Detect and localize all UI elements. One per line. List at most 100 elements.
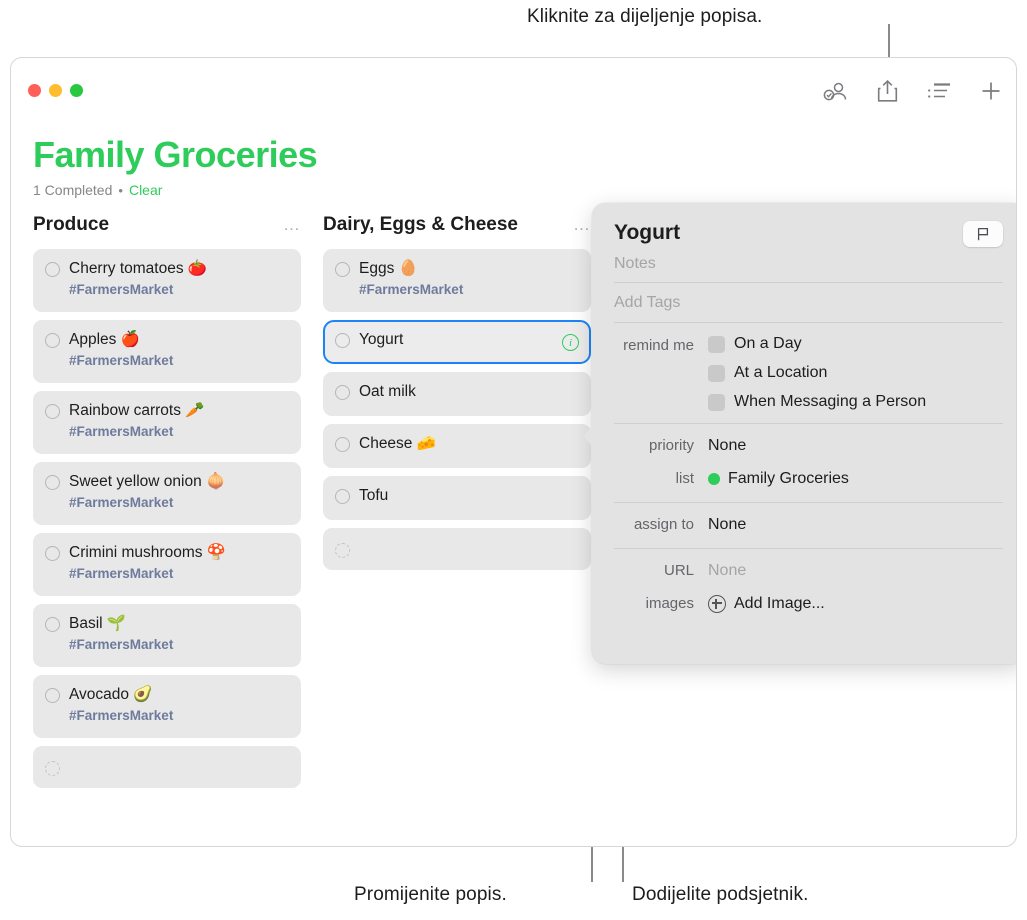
item-tag[interactable]: #FarmersMarket (69, 353, 289, 369)
column-header-dairy: Dairy, Eggs & Cheese … (323, 214, 591, 240)
item-body: Apples 🍎 #FarmersMarket (69, 331, 289, 369)
checkbox-icon[interactable] (708, 393, 725, 411)
complete-circle[interactable] (45, 262, 60, 277)
item-tag[interactable]: #FarmersMarket (69, 282, 289, 298)
list-item[interactable]: Basil 🌱 #FarmersMarket (33, 604, 301, 667)
item-body: Cherry tomatoes 🍅 #FarmersMarket (69, 260, 289, 298)
complete-circle[interactable] (45, 333, 60, 348)
priority-label: priority (648, 437, 694, 454)
new-item-row[interactable] (33, 746, 301, 788)
items-dairy: Eggs 🥚 #FarmersMarket Yogurt i Oat milk (323, 249, 591, 570)
assigned-to-me-icon[interactable] (822, 78, 848, 104)
item-body: Crimini mushrooms 🍄 #FarmersMarket (69, 544, 289, 582)
add-image-label: Add Image... (734, 595, 825, 612)
item-tag[interactable]: #FarmersMarket (69, 495, 289, 511)
minimize-button[interactable] (49, 84, 62, 97)
list-item[interactable]: Cheese 🧀 (323, 424, 591, 468)
url-row[interactable]: URL None (614, 560, 1003, 582)
list-item[interactable]: Rainbow carrots 🥕 #FarmersMarket (33, 391, 301, 454)
list-row[interactable]: list Family Groceries (614, 468, 1003, 490)
list-item[interactable]: Cherry tomatoes 🍅 #FarmersMarket (33, 249, 301, 312)
list-item-selected[interactable]: Yogurt i (323, 320, 591, 364)
item-title: Cheese 🧀 (359, 435, 437, 452)
remind-me-block: remind me On a Day At a Location When Me… (614, 335, 1003, 411)
complete-circle[interactable] (335, 489, 350, 504)
close-button[interactable] (28, 84, 41, 97)
item-tag[interactable]: #FarmersMarket (69, 566, 289, 582)
item-tag[interactable]: #FarmersMarket (359, 282, 579, 298)
item-title: Basil 🌱 (69, 615, 127, 632)
column-menu-button[interactable]: … (277, 215, 301, 235)
complete-circle[interactable] (335, 437, 350, 452)
item-body: Basil 🌱 #FarmersMarket (69, 615, 289, 653)
remind-option-when-messaging[interactable]: When Messaging a Person (708, 393, 926, 411)
priority-value[interactable]: None (708, 435, 746, 457)
list-item[interactable]: Crimini mushrooms 🍄 #FarmersMarket (33, 533, 301, 596)
complete-circle[interactable] (45, 546, 60, 561)
list-item[interactable]: Sweet yellow onion 🧅 #FarmersMarket (33, 462, 301, 525)
notes-field[interactable]: Notes (614, 255, 1003, 283)
url-value[interactable]: None (708, 560, 746, 582)
complete-circle[interactable] (45, 617, 60, 632)
flag-icon[interactable] (963, 221, 1003, 247)
item-title: Yogurt (359, 331, 404, 348)
complete-circle[interactable] (45, 475, 60, 490)
item-body: Eggs 🥚 #FarmersMarket (359, 260, 579, 298)
add-icon[interactable] (978, 78, 1004, 104)
item-body: Cheese 🧀 (359, 435, 579, 453)
divider (614, 502, 1003, 503)
list-item[interactable]: Eggs 🥚 #FarmersMarket (323, 249, 591, 312)
share-icon[interactable] (874, 78, 900, 104)
assign-to-value[interactable]: None (708, 514, 746, 536)
list-item[interactable]: Avocado 🥑 #FarmersMarket (33, 675, 301, 738)
column-title: Produce (33, 214, 110, 235)
list-label: list (675, 470, 694, 487)
column-menu-button[interactable]: … (567, 215, 591, 235)
page-title: Family Groceries (33, 134, 318, 175)
complete-circle[interactable] (45, 688, 60, 703)
item-body: Rainbow carrots 🥕 #FarmersMarket (69, 402, 289, 440)
completed-row: 1 Completed • Clear (33, 182, 1016, 198)
column-produce: Produce … Cherry tomatoes 🍅 #FarmersMark… (33, 214, 301, 796)
item-tag[interactable]: #FarmersMarket (69, 708, 289, 724)
remind-option-at-a-location[interactable]: At a Location (708, 364, 926, 382)
complete-circle[interactable] (45, 761, 60, 776)
item-body: Oat milk (359, 383, 579, 401)
zoom-button[interactable] (70, 84, 83, 97)
item-title: Sweet yellow onion 🧅 (69, 473, 226, 490)
complete-circle[interactable] (335, 543, 350, 558)
list-item[interactable]: Apples 🍎 #FarmersMarket (33, 320, 301, 383)
callout-bottom-right-text: Dodijelite podsjetnik. (632, 884, 809, 905)
item-tag[interactable]: #FarmersMarket (69, 637, 289, 653)
checkbox-icon[interactable] (708, 364, 725, 382)
complete-circle[interactable] (335, 262, 350, 277)
url-label: URL (663, 562, 694, 579)
window-toolbar (822, 78, 1004, 104)
add-image-button[interactable]: Add Image... (708, 593, 825, 615)
remind-option-on-a-day[interactable]: On a Day (708, 335, 926, 353)
remind-option-label: On a Day (734, 335, 802, 352)
new-item-row[interactable] (323, 528, 591, 570)
clear-completed-button[interactable]: Clear (129, 182, 162, 198)
callout-bottom-left-text: Promijenite popis. (354, 884, 507, 905)
tags-field[interactable]: Add Tags (614, 283, 1003, 323)
assign-to-row[interactable]: assign to None (614, 514, 1003, 536)
item-body: Sweet yellow onion 🧅 #FarmersMarket (69, 473, 289, 511)
images-row[interactable]: images Add Image... (614, 593, 1003, 615)
list-item[interactable]: Tofu (323, 476, 591, 520)
remind-me-options: On a Day At a Location When Messaging a … (708, 335, 926, 411)
item-title: Cherry tomatoes 🍅 (69, 260, 208, 277)
info-icon[interactable]: i (562, 334, 579, 351)
item-tag[interactable]: #FarmersMarket (69, 424, 289, 440)
images-label: images (645, 595, 694, 612)
complete-circle[interactable] (335, 385, 350, 400)
checkbox-icon[interactable] (708, 335, 725, 353)
complete-circle[interactable] (335, 333, 350, 348)
complete-circle[interactable] (45, 404, 60, 419)
list-value-wrapper[interactable]: Family Groceries (708, 468, 849, 490)
item-title: Tofu (359, 487, 389, 504)
list-color-dot-icon (708, 473, 720, 485)
priority-row[interactable]: priority None (614, 435, 1003, 457)
list-view-icon[interactable] (926, 78, 952, 104)
list-item[interactable]: Oat milk (323, 372, 591, 416)
